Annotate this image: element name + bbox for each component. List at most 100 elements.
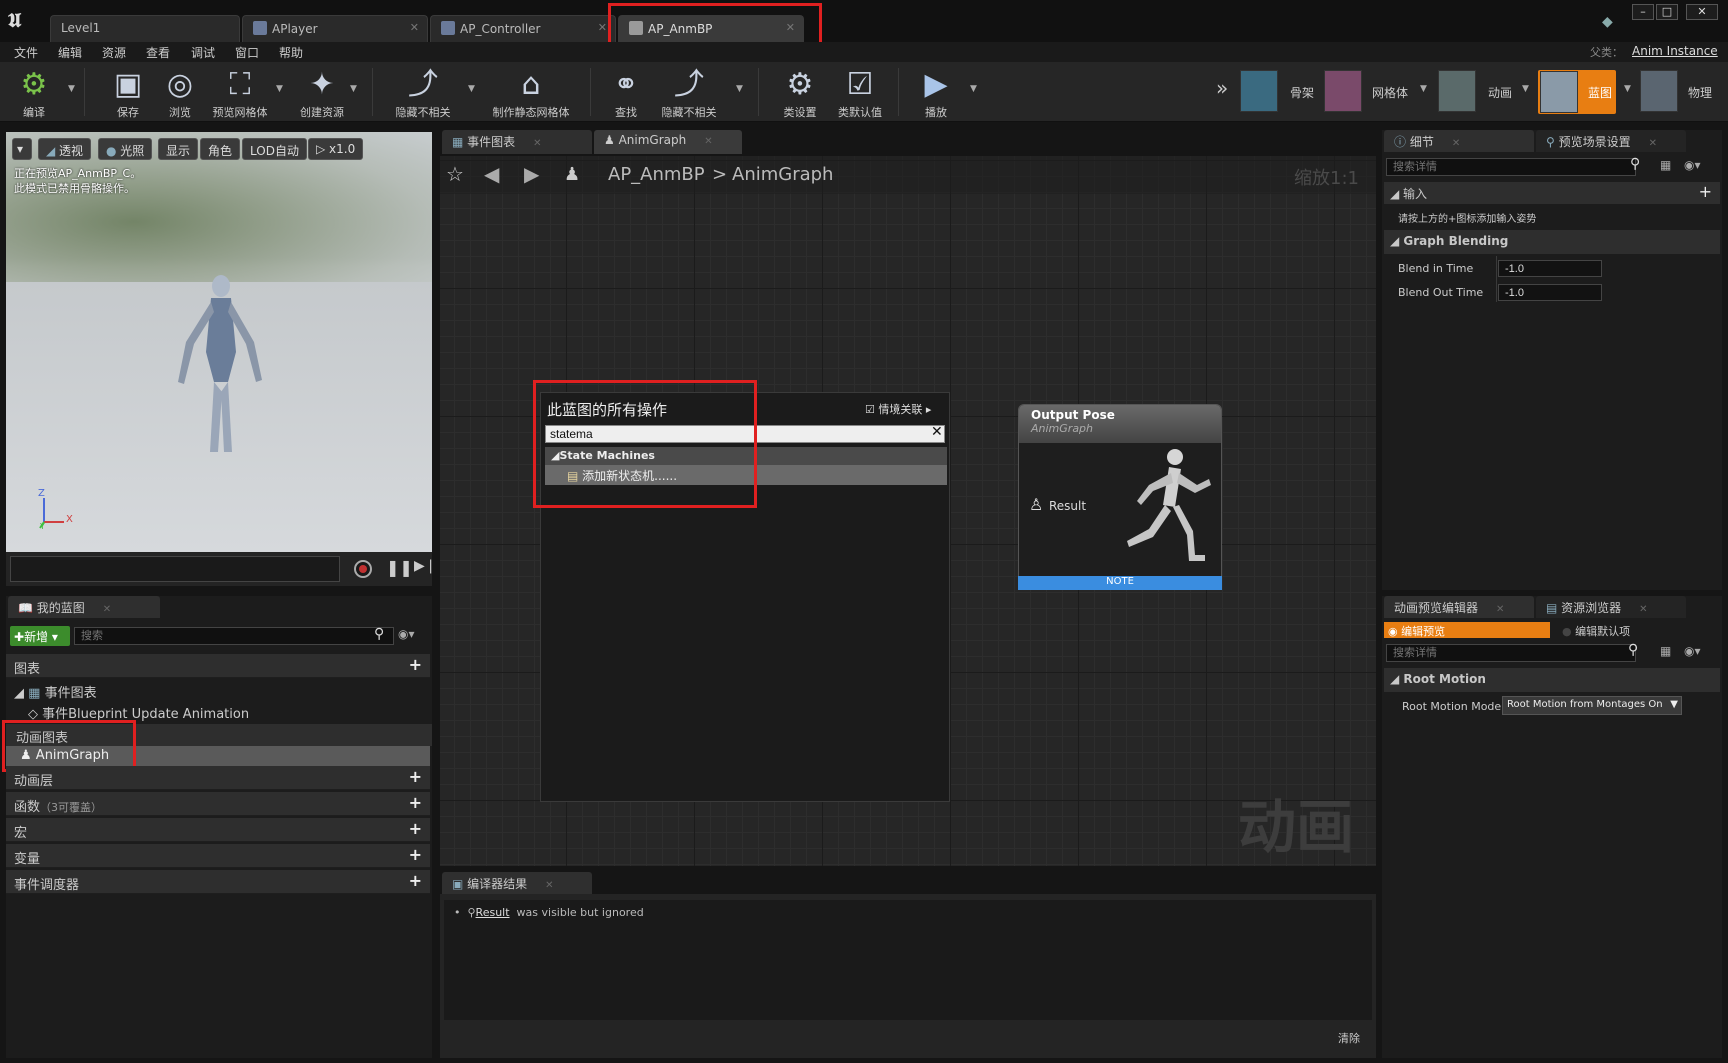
menu-view[interactable]: 查看 xyxy=(146,44,170,61)
tab-aplayer[interactable]: APlayer ✕ xyxy=(242,15,428,42)
viewport-show-button[interactable]: 显示 xyxy=(158,138,199,160)
favorite-star-icon[interactable]: ☆ xyxy=(446,162,464,186)
chevron-down-icon[interactable]: ▼ xyxy=(1522,84,1529,94)
unreal-logo-icon[interactable]: 𝖀 xyxy=(8,8,34,34)
mode-blueprint-label[interactable]: 蓝图 xyxy=(1588,84,1612,101)
class-settings-button[interactable]: ⚙ 类设置 xyxy=(770,66,830,120)
close-icon[interactable]: ✕ xyxy=(598,21,607,34)
menu-file[interactable]: 文件 xyxy=(14,44,38,61)
visibility-eye-icon[interactable]: ◉▾ xyxy=(398,627,415,641)
add-layer-icon[interactable]: + xyxy=(409,767,422,786)
source-control-icon[interactable]: ◆ xyxy=(1602,14,1613,30)
record-button[interactable] xyxy=(354,560,372,578)
mode-physics-thumbnail[interactable] xyxy=(1640,70,1678,112)
blend-out-field[interactable] xyxy=(1498,284,1602,301)
timeline-scrubber[interactable] xyxy=(10,556,340,582)
chevron-down-icon[interactable]: ▼ xyxy=(276,84,283,94)
preview-mesh-button[interactable]: ⛶ 预览网格体 xyxy=(210,66,270,120)
tab-content-browser[interactable]: ▤ 资源浏览器 ✕ xyxy=(1536,596,1686,618)
make-static-mesh-button[interactable]: ⌂ 制作静态网格体 xyxy=(488,66,574,120)
category-functions[interactable]: 函数（3可覆盖） + xyxy=(6,792,430,816)
chevron-down-icon[interactable]: ▼ xyxy=(736,84,743,94)
edit-preview-toggle[interactable]: ◉ 编辑预览 xyxy=(1384,622,1550,638)
pose-pin-icon[interactable]: ♙ xyxy=(1029,495,1043,514)
tree-item-animgraph[interactable]: ♟ AnimGraph xyxy=(6,746,430,766)
expand-toolbar-icon[interactable]: » xyxy=(1216,76,1228,100)
browse-button[interactable]: ◎ 浏览 xyxy=(150,66,210,120)
checkbox-icon[interactable]: ☑ xyxy=(865,403,875,416)
tab-my-blueprint[interactable]: 📖 我的蓝图 ✕ xyxy=(8,596,160,618)
close-icon[interactable]: ✕ xyxy=(1452,138,1460,149)
mode-blueprint-thumbnail[interactable] xyxy=(1540,71,1578,113)
viewport-character-button[interactable]: 角色 xyxy=(200,138,241,160)
mode-skeleton-label[interactable]: 骨架 xyxy=(1290,84,1314,101)
tab-ap-controller[interactable]: AP_Controller ✕ xyxy=(430,15,616,42)
my-blueprint-search-input[interactable] xyxy=(74,627,394,645)
chevron-down-icon[interactable]: ▼ xyxy=(350,84,357,94)
compile-button[interactable]: ⚙ 编译 xyxy=(4,66,64,120)
tree-item-event-graph[interactable]: ◢ ▦ 事件图表 xyxy=(14,682,97,701)
category-event-dispatchers[interactable]: 事件调度器 + xyxy=(6,870,430,894)
tree-item-event-update-animation[interactable]: ◇ 事件Blueprint Update Animation xyxy=(28,703,249,722)
tab-preview-scene-settings[interactable]: ⚲ 预览场景设置 ✕ xyxy=(1536,130,1686,152)
category-anim-layers[interactable]: 动画层 + xyxy=(6,766,430,790)
node-note-bar[interactable]: NOTE xyxy=(1018,576,1222,590)
chevron-down-icon[interactable]: ▼ xyxy=(1420,84,1427,94)
close-icon[interactable]: ✕ xyxy=(786,21,795,34)
blend-in-field[interactable] xyxy=(1498,260,1602,277)
action-add-state-machine[interactable]: ▤ 添加新状态机...... xyxy=(545,465,947,485)
output-pose-node[interactable]: Output Pose AnimGraph ♙ Result xyxy=(1018,404,1222,590)
minimize-button[interactable]: – xyxy=(1632,4,1654,20)
menu-edit[interactable]: 编辑 xyxy=(58,44,82,61)
pause-button[interactable]: ❚❚ xyxy=(386,558,413,577)
back-arrow-icon[interactable]: ◀ xyxy=(484,162,499,186)
play-button[interactable]: ▶ 播放 xyxy=(906,66,966,120)
clear-button[interactable]: 清除 xyxy=(1338,1030,1360,1046)
tab-details[interactable]: ⓘ 细节 ✕ xyxy=(1384,130,1534,152)
tab-event-graph[interactable]: ▦ 事件图表 ✕ xyxy=(442,130,592,154)
menu-window[interactable]: 窗口 xyxy=(235,44,259,61)
find-button[interactable]: ⚭ 查找 xyxy=(596,66,656,120)
details-search-input[interactable] xyxy=(1386,158,1636,176)
close-icon[interactable]: ✕ xyxy=(704,136,712,147)
add-input-pose-icon[interactable]: + xyxy=(1699,182,1712,201)
category-variables[interactable]: 变量 + xyxy=(6,844,430,868)
mode-animation-thumbnail[interactable] xyxy=(1438,70,1476,112)
hide-unrelated-button-2[interactable]: ⤴ 隐藏不相关 xyxy=(654,66,724,120)
tab-animgraph[interactable]: ♟ AnimGraph ✕ xyxy=(594,130,742,154)
mode-skeleton-thumbnail[interactable] xyxy=(1240,70,1278,112)
category-graphs[interactable]: 图表 + xyxy=(6,654,430,678)
add-new-button[interactable]: ✚新增 ▾ xyxy=(10,626,70,646)
parent-class-link[interactable]: Anim Instance xyxy=(1632,44,1718,58)
close-icon[interactable]: ✕ xyxy=(410,21,419,34)
step-forward-button[interactable]: ▶❘ xyxy=(414,558,437,574)
chevron-down-icon[interactable]: ▼ xyxy=(970,84,977,94)
tab-anim-preview-editor[interactable]: 动画预览编辑器 ✕ xyxy=(1384,596,1534,618)
category-macros[interactable]: 宏 + xyxy=(6,818,430,842)
context-sensitive-toggle[interactable]: ☑ 情境关联 ▸ xyxy=(865,401,931,417)
add-macro-icon[interactable]: + xyxy=(409,819,422,838)
add-variable-icon[interactable]: + xyxy=(409,845,422,864)
action-search-input[interactable] xyxy=(545,425,945,443)
section-root-motion[interactable]: ◢ Root Motion xyxy=(1384,668,1720,692)
edit-defaults-toggle[interactable]: ● 编辑默认项 xyxy=(1558,622,1634,640)
tab-level1[interactable]: Level1 xyxy=(50,15,240,42)
view-options-grid-icon[interactable]: ▦ xyxy=(1660,158,1671,172)
create-asset-button[interactable]: ✦ 创建资源 xyxy=(292,66,352,120)
save-button[interactable]: ▣ 保存 xyxy=(98,66,158,120)
visibility-eye-icon[interactable]: ◉▾ xyxy=(1684,644,1701,658)
close-icon[interactable]: ✕ xyxy=(1496,604,1504,615)
add-dispatcher-icon[interactable]: + xyxy=(409,871,422,890)
mode-animation-label[interactable]: 动画 xyxy=(1488,84,1512,101)
breadcrumb-graph[interactable]: AnimGraph xyxy=(732,164,833,185)
clear-search-icon[interactable]: ✕ xyxy=(931,424,943,440)
visibility-eye-icon[interactable]: ◉▾ xyxy=(1684,158,1701,172)
section-graph-blending[interactable]: ◢ Graph Blending xyxy=(1384,230,1720,254)
chevron-down-icon[interactable]: ▼ xyxy=(468,84,475,94)
menu-asset[interactable]: 资源 xyxy=(102,44,126,61)
category-state-machines[interactable]: ◢State Machines xyxy=(545,447,947,465)
mode-physics-label[interactable]: 物理 xyxy=(1688,84,1712,101)
close-icon[interactable]: ✕ xyxy=(103,604,111,615)
chevron-down-icon[interactable]: ▼ xyxy=(1624,84,1631,94)
viewport-playback-speed-button[interactable]: ▷ x1.0 xyxy=(308,138,364,160)
